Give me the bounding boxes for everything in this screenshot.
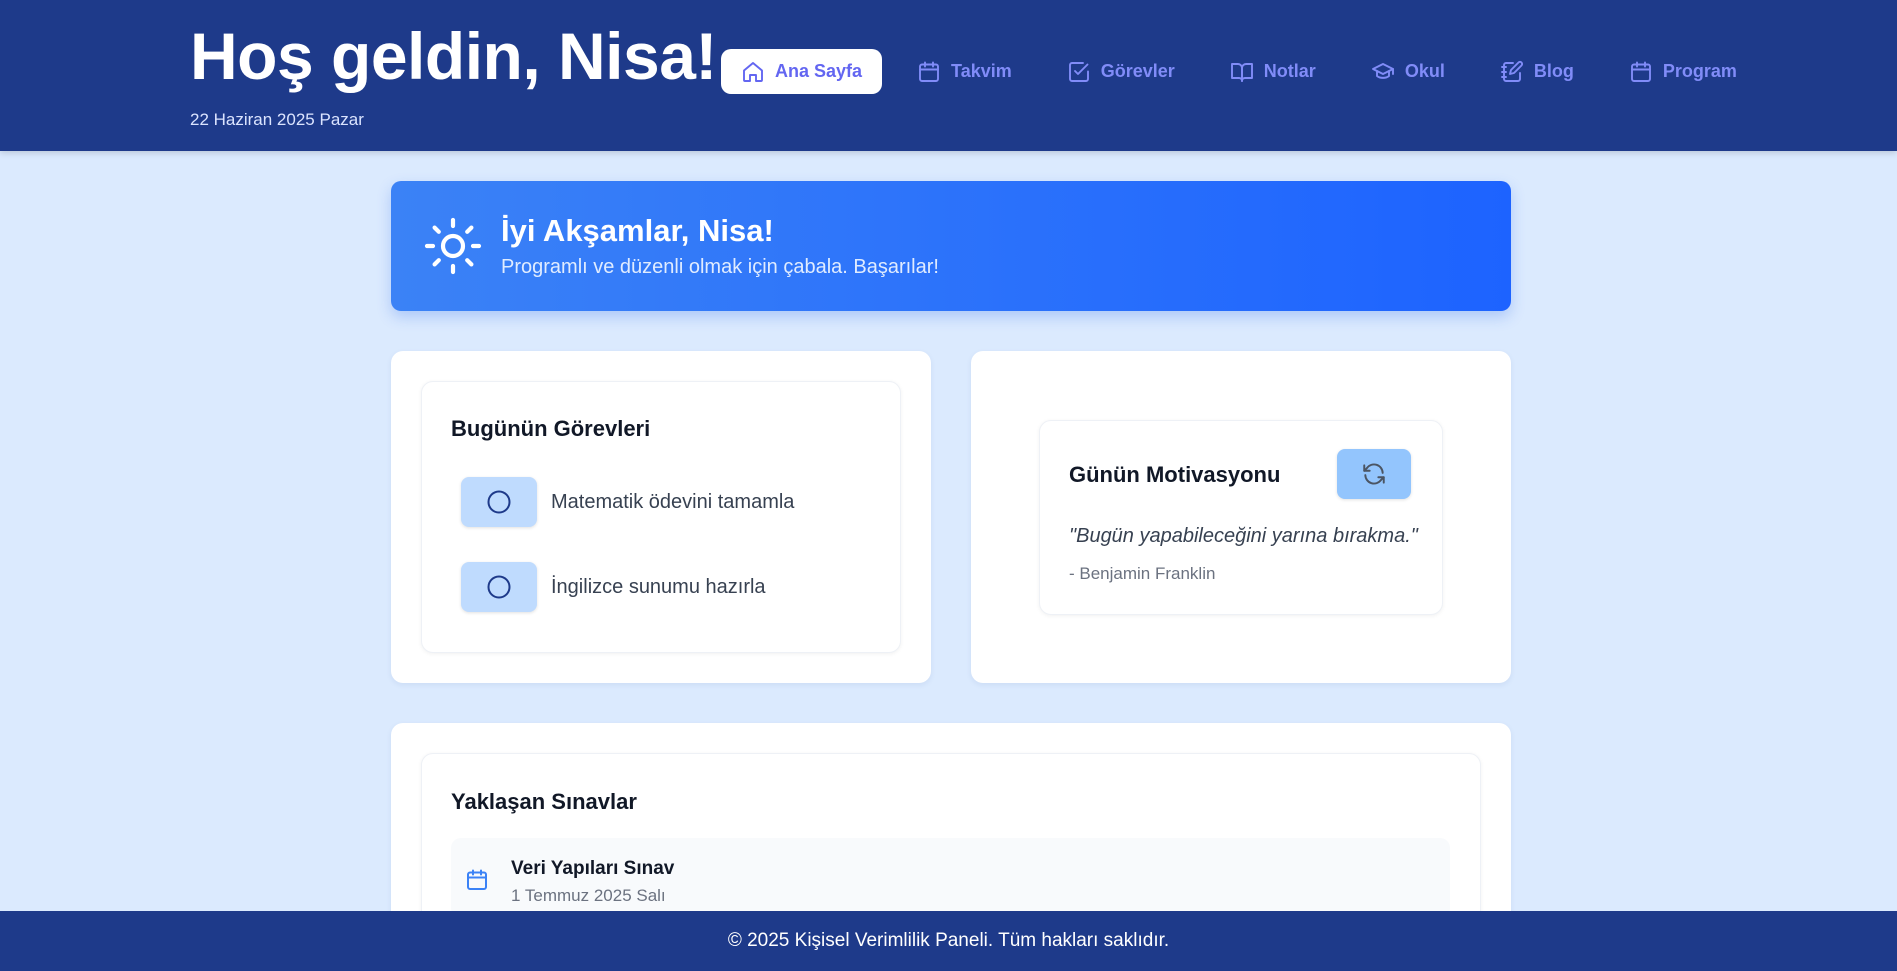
exam-item[interactable]: Veri Yapıları Sınav 1 Temmuz 2025 Salı: [451, 838, 1450, 918]
calendar-icon: [1630, 61, 1651, 82]
task-label: İngilizce sunumu hazırla: [551, 576, 766, 598]
exam-name: Veri Yapıları Sınav: [511, 858, 675, 879]
motivation-quote: "Bugün yapabileceğini yarına bırakma.": [1069, 525, 1418, 547]
current-date: 22 Haziran 2025 Pazar: [190, 110, 364, 129]
page-footer: © 2025 Kişisel Verimlilik Paneli. Tüm ha…: [0, 911, 1897, 971]
calendar-icon: [467, 869, 487, 890]
circle-icon: [487, 575, 511, 599]
nav-item-ana-sayfa[interactable]: Ana Sayfa: [721, 49, 883, 94]
exams-title: Yaklaşan Sınavlar: [451, 789, 637, 814]
check-square-icon: [1068, 61, 1089, 82]
main-nav: Ana Sayfa Takvim Görevler Notlar Okul Bl…: [721, 49, 1772, 94]
task-toggle-button[interactable]: [461, 477, 537, 527]
circle-icon: [487, 490, 511, 514]
nav-item-takvim[interactable]: Takvim: [897, 49, 1032, 94]
notebook-pen-icon: [1500, 60, 1523, 82]
sun-icon: [424, 217, 482, 275]
calendar-icon: [919, 61, 939, 82]
quote-author: - Benjamin Franklin: [1069, 564, 1216, 583]
refresh-quote-button[interactable]: [1337, 449, 1411, 499]
tasks-title: Bugünün Görevleri: [451, 416, 651, 441]
nav-item-label: Görevler: [1100, 61, 1175, 81]
page-title: Hoş geldin, Nisa!: [190, 19, 717, 93]
refresh-icon: [1363, 463, 1385, 485]
nav-item-okul[interactable]: Okul: [1351, 49, 1465, 94]
task-label: Matematik ödevini tamamla: [551, 491, 795, 513]
banner-subtitle: Programlı ve düzenli olmak için çabala. …: [501, 256, 939, 278]
footer-text: © 2025 Kişisel Verimlilik Paneli. Tüm ha…: [727, 930, 1170, 951]
nav-item-label: Program: [1662, 61, 1737, 81]
nav-item-label: Blog: [1533, 61, 1574, 81]
nav-item-gorevler[interactable]: Görevler: [1047, 49, 1195, 94]
nav-item-program[interactable]: Program: [1609, 49, 1757, 94]
home-icon: [743, 61, 763, 82]
graduation-cap-icon: [1371, 62, 1394, 79]
nav-item-label: Notlar: [1263, 61, 1316, 81]
motivation-title: Günün Motivasyonu: [1069, 462, 1281, 487]
exam-date: 1 Temmuz 2025 Salı: [511, 886, 666, 905]
banner-title: İyi Akşamlar, Nisa!: [501, 213, 774, 248]
nav-item-blog[interactable]: Blog: [1480, 49, 1594, 94]
greeting-banner: İyi Akşamlar, Nisa! Programlı ve düzenli…: [391, 181, 1511, 311]
nav-item-label: Takvim: [951, 61, 1012, 81]
task-toggle-button[interactable]: [461, 562, 537, 612]
nav-item-label: Okul: [1404, 61, 1445, 81]
nav-item-label: Ana Sayfa: [775, 61, 863, 81]
book-open-icon: [1230, 62, 1253, 82]
top-header: Hoş geldin, Nisa! 22 Haziran 2025 Pazar …: [0, 0, 1897, 151]
nav-item-notlar[interactable]: Notlar: [1210, 49, 1336, 94]
